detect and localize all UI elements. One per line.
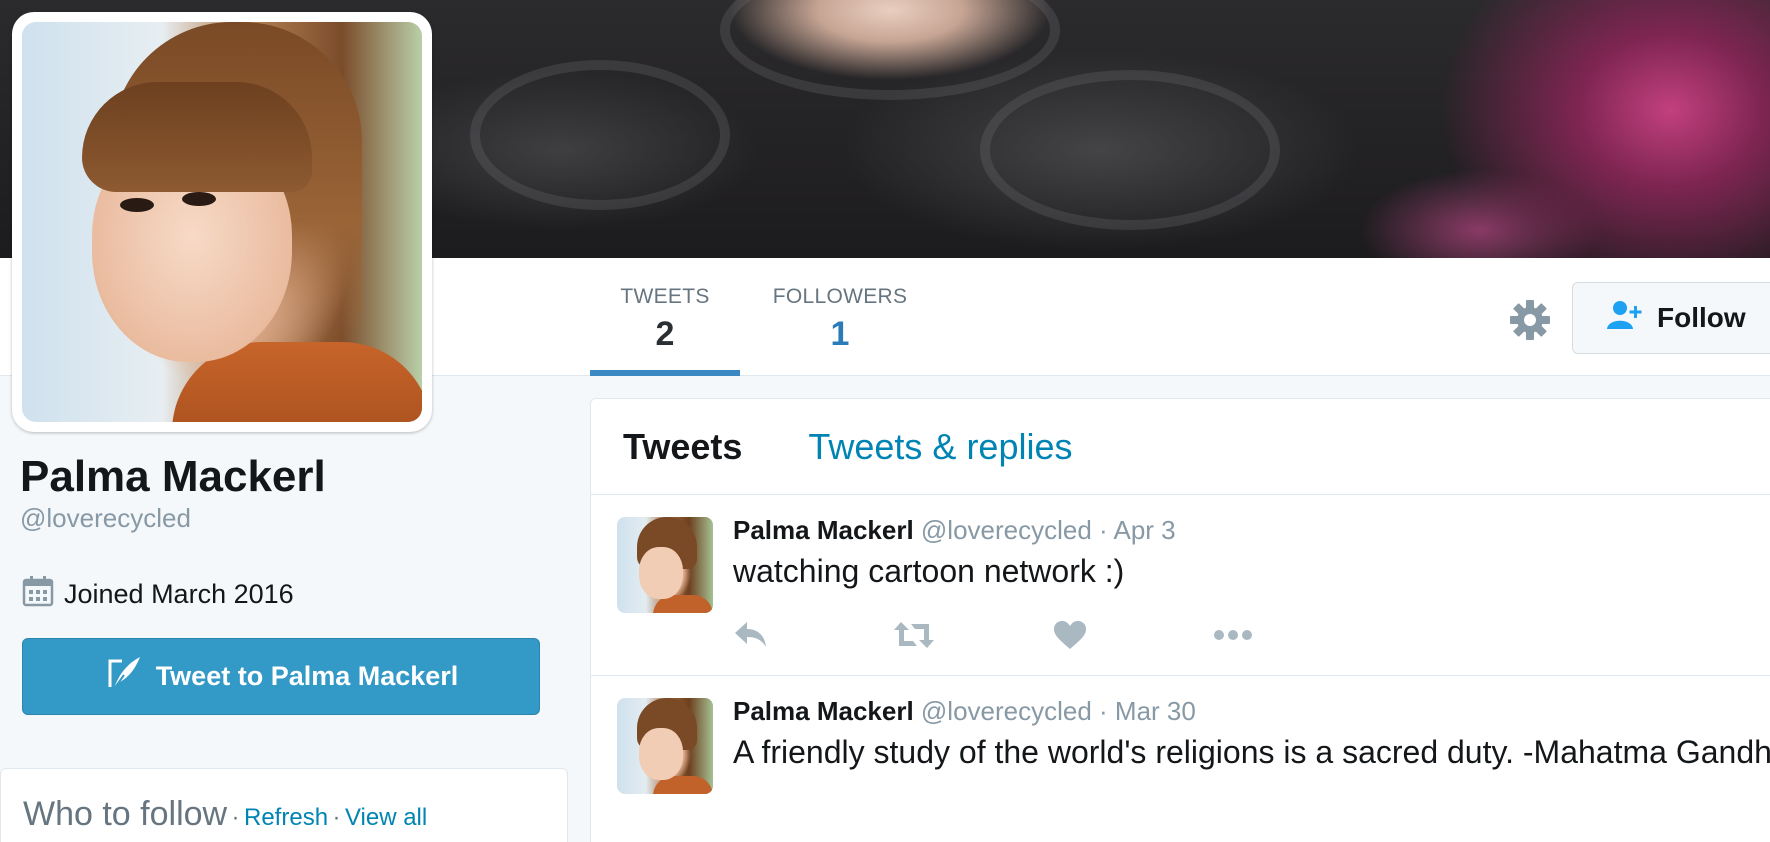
profile-name[interactable]: Palma Mackerl <box>20 452 326 502</box>
banner-pattern <box>720 0 1060 100</box>
tweets-stat-tab[interactable]: TWEETS 2 <box>590 258 740 376</box>
tweet-author-name[interactable]: Palma Mackerl <box>733 696 914 726</box>
banner-pattern <box>980 70 1280 230</box>
separator-dot: · <box>231 804 240 831</box>
gear-icon[interactable] <box>1508 298 1552 342</box>
tweet-author-name[interactable]: Palma Mackerl <box>733 515 914 545</box>
timeline-tabs: Tweets Tweets & replies <box>591 399 1770 495</box>
retweet-icon[interactable] <box>893 615 1053 655</box>
banner-pattern <box>470 60 730 210</box>
more-icon[interactable] <box>1213 615 1373 655</box>
tab-tweets[interactable]: Tweets <box>623 426 742 468</box>
reply-icon[interactable] <box>733 615 893 655</box>
view-all-link[interactable]: View all <box>345 804 427 831</box>
tweet-date[interactable]: · Mar 30 <box>1099 696 1196 726</box>
add-user-icon <box>1607 300 1645 337</box>
tweets-stat-label: TWEETS <box>620 285 710 308</box>
calendar-icon <box>22 575 54 614</box>
tweet-timeline: Tweets Tweets & replies Palma Mackerl @l… <box>590 398 1770 842</box>
joined-date: Joined March 2016 <box>22 575 294 614</box>
tweet-to-button[interactable]: Tweet to Palma Mackerl <box>22 638 540 715</box>
who-to-follow-card: Who to follow · Refresh · View all <box>0 768 568 842</box>
follow-button-label: Follow <box>1657 302 1746 333</box>
followers-stat-tab[interactable]: FOLLOWERS 1 <box>760 258 920 376</box>
tweet-header: Palma Mackerl @loverecycled · Mar 30 <box>733 694 1770 728</box>
tweet-author-handle[interactable]: @loverecycled <box>921 696 1092 726</box>
tweet-actions <box>733 615 1770 655</box>
joined-date-label: Joined March 2016 <box>64 579 294 609</box>
tweet-avatar[interactable] <box>617 517 713 613</box>
heart-icon[interactable] <box>1053 615 1213 655</box>
tweet-avatar[interactable] <box>617 698 713 794</box>
tweets-stat-count: 2 <box>655 315 675 353</box>
tweet-text: A friendly study of the world's religion… <box>733 734 1770 770</box>
profile-avatar[interactable] <box>12 12 432 432</box>
follow-button[interactable]: Follow <box>1572 282 1770 354</box>
profile-page: TWEETS 2 FOLLOWERS 1 Follow Palma Macker… <box>0 0 1770 842</box>
tweet-header: Palma Mackerl @loverecycled · Apr 3 <box>733 513 1770 547</box>
tab-tweets-and-replies[interactable]: Tweets & replies <box>808 426 1072 468</box>
refresh-link[interactable]: Refresh <box>244 804 328 831</box>
quill-icon <box>104 653 144 700</box>
who-to-follow-title: Who to follow <box>23 795 228 833</box>
tweet-item[interactable]: Palma Mackerl @loverecycled · Apr 3 watc… <box>591 495 1770 676</box>
profile-handle[interactable]: @loverecycled <box>20 503 191 534</box>
separator-dot: · <box>332 804 341 831</box>
followers-stat-label: FOLLOWERS <box>772 285 908 308</box>
tweet-text: watching cartoon network :) <box>733 553 1125 589</box>
tweet-to-button-label: Tweet to Palma Mackerl <box>155 661 459 691</box>
tweet-item[interactable]: Palma Mackerl @loverecycled · Mar 30 A f… <box>591 676 1770 842</box>
tweet-author-handle[interactable]: @loverecycled <box>921 515 1092 545</box>
tweet-date[interactable]: · Apr 3 <box>1099 515 1176 545</box>
followers-stat-count: 1 <box>830 315 850 353</box>
profile-photo <box>22 22 422 422</box>
